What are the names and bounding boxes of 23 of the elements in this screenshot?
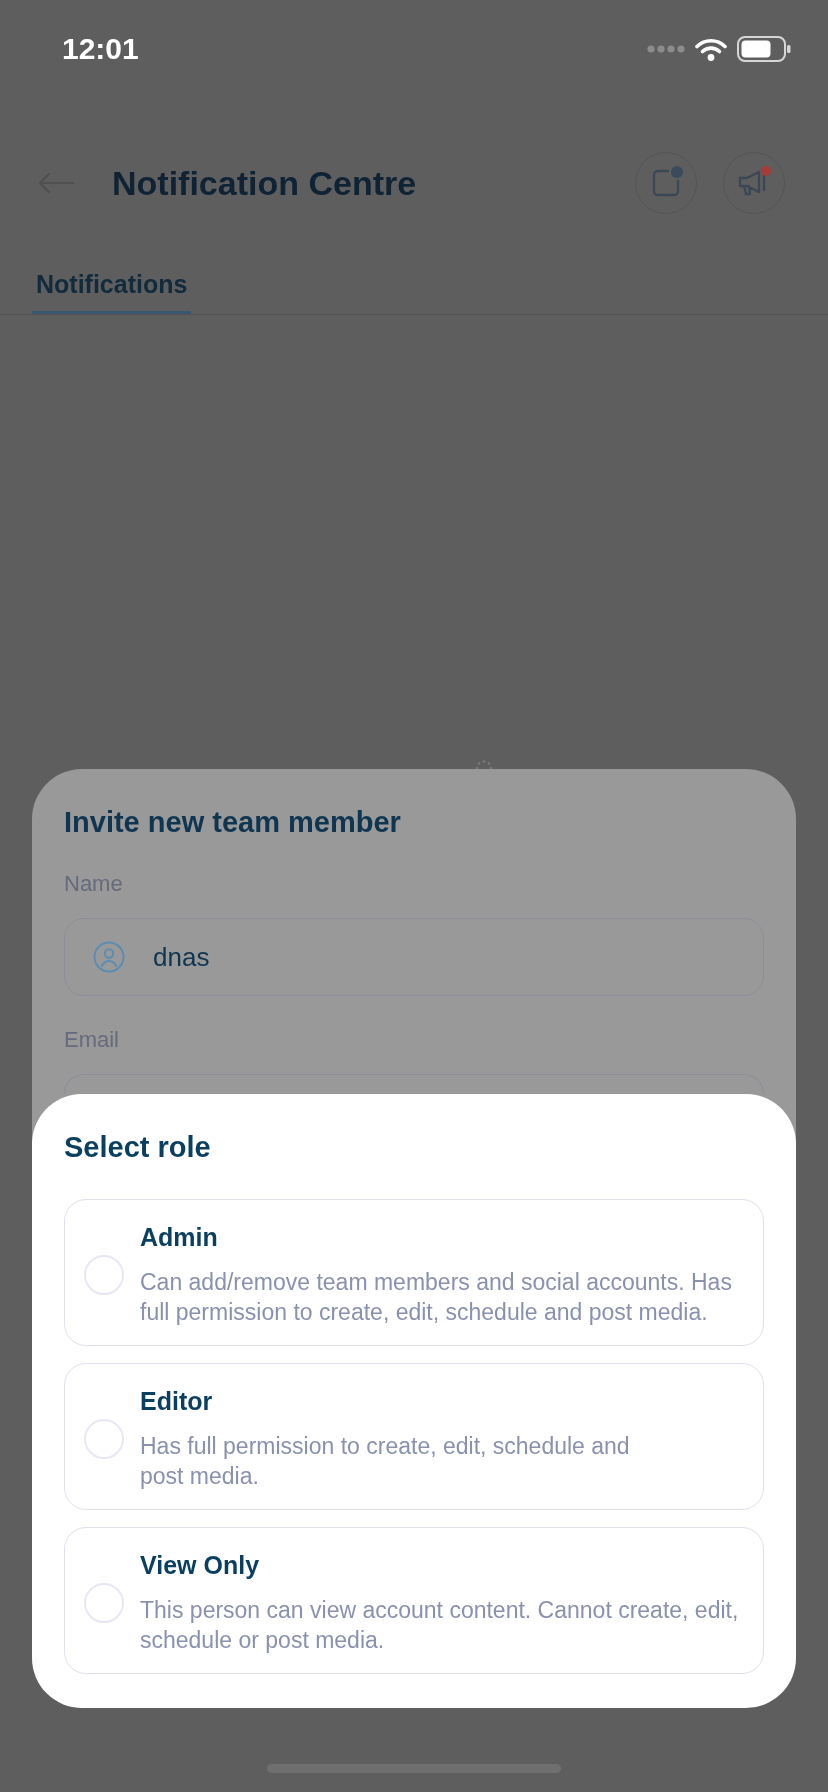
page-title: Notification Centre bbox=[112, 163, 418, 204]
user-icon bbox=[93, 941, 125, 973]
sheet-title: Select role bbox=[64, 1130, 212, 1165]
role-description: Can add/remove team members and social accounts. Has full permission to create, edit, schedule and post media. bbox=[140, 1268, 733, 1327]
signal-icon bbox=[647, 45, 685, 53]
radio-button[interactable] bbox=[84, 1582, 124, 1623]
role-option[interactable]: View Only This person can view account content. Cannot create, edit, schedule or post media. bbox=[64, 1527, 764, 1674]
role-title: Editor bbox=[140, 1386, 213, 1416]
note-icon bbox=[652, 169, 680, 197]
radio-button[interactable] bbox=[84, 1254, 124, 1295]
role-title: View Only bbox=[140, 1550, 260, 1580]
sheet-title: Invite new team member bbox=[64, 805, 401, 840]
role-option[interactable]: Editor Has full permission to create, edit, schedule and post media. bbox=[64, 1363, 764, 1510]
role-description: Has full permission to create, edit, schedule and post media. bbox=[140, 1432, 630, 1491]
wifi-icon bbox=[695, 37, 727, 61]
role-title: Admin bbox=[140, 1222, 218, 1252]
name-field[interactable]: dnas bbox=[64, 918, 764, 996]
role-description: This person can view account content. Cannot create, edit, schedule or post media. bbox=[140, 1596, 740, 1655]
status-time: 12:01 bbox=[62, 31, 139, 67]
role-option[interactable]: Admin Can add/remove team members and social accounts. Has full permission to create, edit, schedule and post media. bbox=[64, 1199, 764, 1346]
battery-icon bbox=[737, 36, 791, 62]
loading-spinner-icon bbox=[474, 759, 494, 769]
radio-button[interactable] bbox=[84, 1418, 124, 1459]
